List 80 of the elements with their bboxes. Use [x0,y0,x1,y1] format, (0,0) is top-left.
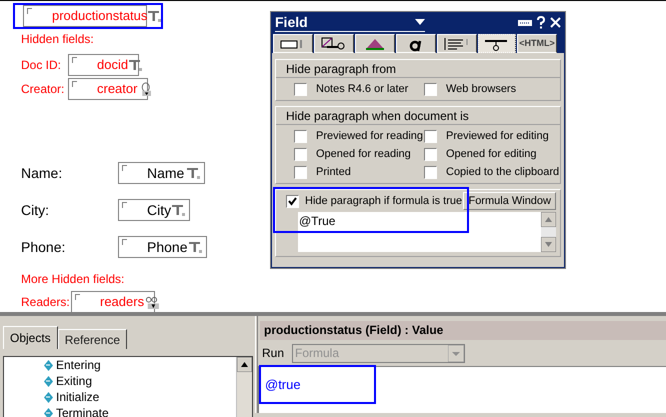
option-label: Printed [316,164,351,180]
field-name: Name [147,164,184,182]
section-label: More Hidden fields: [21,271,124,288]
option-label: Previewed for editing [446,128,549,144]
code-editor[interactable]: @true [258,366,666,413]
option-label: Web browsers [446,82,516,97]
text-type-icon [186,167,200,179]
formula-field[interactable]: @True [298,212,541,252]
field-name: productionstatus [52,7,148,26]
text-type-icon [171,204,186,216]
field-label: Readers: [21,294,71,311]
field-name: City [147,200,172,220]
property-tab[interactable] [355,34,395,53]
checkbox[interactable] [294,148,307,160]
checkbox[interactable] [294,82,307,96]
checkbox[interactable] [424,130,437,142]
scroll-down-icon[interactable] [541,237,556,252]
tree-item[interactable]: Entering [44,357,236,373]
code-text: @true [265,377,301,392]
option-label: Hide paragraph if formula is true [305,194,462,209]
checkbox[interactable] [424,148,437,160]
hat-icon [363,36,387,50]
checkbox[interactable] [294,166,307,178]
field-placeholder[interactable]: Name [118,162,205,184]
tree-item[interactable]: Terminate [44,405,236,417]
event-diamond-icon [44,360,53,370]
field-name: Phone [147,238,188,256]
pane-tab[interactable]: Reference [58,329,128,349]
event-diamond-icon [44,392,53,402]
property-tab[interactable] [478,34,516,53]
collapse-icon[interactable] [518,20,532,26]
option-label: Notes R4.6 or later [316,82,408,97]
readers-type-icon [144,296,160,308]
field-name: docid [97,56,128,74]
run-label: Run [262,345,284,362]
field-placeholder[interactable]: Phone [118,236,207,258]
field-label: Doc ID: [21,57,62,74]
field-name: readers [100,293,144,312]
property-tab[interactable] [314,34,354,53]
scrollbar[interactable] [541,212,556,252]
property-tab[interactable] [273,34,313,53]
group-title: Hide paragraph from [276,60,560,78]
checkbox[interactable] [424,82,437,96]
scrollbar[interactable] [236,357,252,417]
text-type-icon [147,10,162,22]
property-tab[interactable]: <HTML> [517,34,557,53]
dialog-title: Field [275,14,308,30]
dropdown-caret-icon [448,344,464,362]
field-label: Creator: [21,81,66,98]
property-tab[interactable] [437,34,477,53]
option-label: Opened for reading [316,146,411,162]
field-placeholder[interactable]: creator [68,78,148,100]
section-label: Hidden fields: [21,31,94,48]
text-type-icon [128,59,142,71]
group-title: Hide paragraph when document is [276,107,560,125]
checkbox[interactable] [286,194,299,208]
option-label: Copied to the clipboard [446,164,560,180]
scroll-up-icon[interactable] [237,357,252,372]
field-label: Phone: [21,238,66,256]
field-label: City: [21,200,50,220]
field-name: creator [97,80,138,98]
formula-window-button[interactable]: Formula Window [463,192,556,210]
property-tab[interactable] [396,34,436,53]
close-icon[interactable] [550,17,561,28]
dropdown-caret-icon[interactable] [415,19,425,25]
option-label: Previewed for reading [316,128,424,144]
pane-tab[interactable]: Objects [3,326,58,349]
option-label: Opened for editing [446,146,537,162]
field-label: Name: [21,164,64,182]
field-placeholder[interactable]: City [118,199,190,221]
pane-header: productionstatus (Field) : Value [260,321,666,340]
tree-item[interactable]: Initialize [44,389,236,405]
checkbox[interactable] [294,130,307,142]
help-icon[interactable] [536,16,546,29]
control-icon [321,36,347,50]
event-diamond-icon [44,376,53,386]
checkbox[interactable] [424,166,437,178]
tree-item[interactable]: Exiting [44,373,236,389]
text-type-icon [188,241,202,253]
field-placeholder[interactable]: docid [68,54,139,76]
